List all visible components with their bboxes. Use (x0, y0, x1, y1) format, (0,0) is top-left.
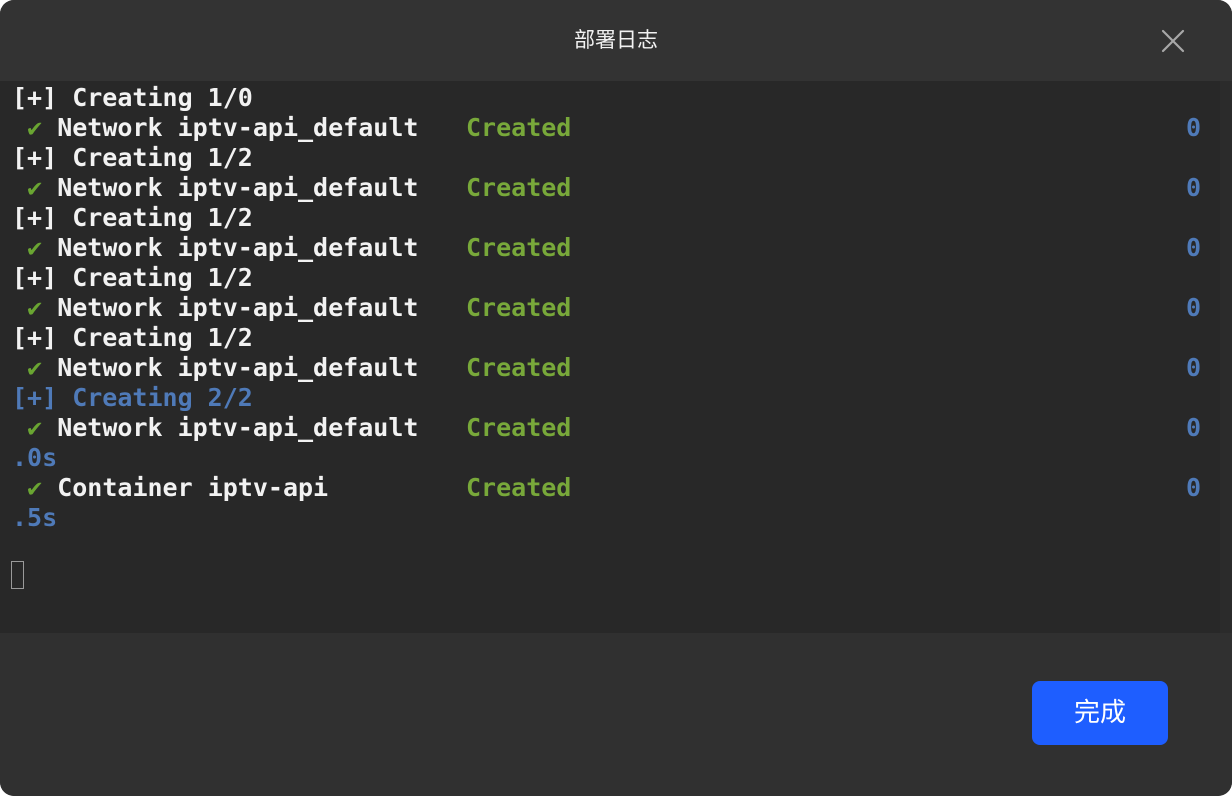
log-time: 0 (1186, 473, 1202, 502)
status-created: Created (466, 473, 572, 502)
log-time: 0 (1186, 233, 1202, 262)
dialog-title: 部署日志 (574, 28, 658, 52)
status-created: Created (466, 233, 572, 262)
close-icon (1161, 29, 1185, 53)
check-icon: ✔ (27, 353, 43, 382)
log-time-wrap: .0s (12, 443, 58, 472)
status-created: Created (466, 413, 572, 442)
log-line: [+] Creating 1/2 (12, 203, 253, 232)
log-resource: Network iptv-api_default (57, 353, 419, 382)
log-line: ✔ Network iptv-api_default (12, 413, 418, 443)
done-button[interactable]: 完成 (1032, 681, 1168, 745)
close-button[interactable] (1156, 24, 1190, 58)
log-resource: Network iptv-api_default (57, 173, 419, 202)
scrollbar-track[interactable] (1220, 81, 1232, 633)
log-line: [+] Creating 1/2 (12, 143, 253, 172)
log-terminal[interactable]: [+] Creating 1/0 ✔ Network iptv-api_defa… (0, 81, 1220, 633)
log-line: ✔ Container iptv-api (12, 473, 328, 503)
check-icon: ✔ (27, 413, 43, 442)
log-time: 0 (1186, 113, 1202, 142)
log-resource: Network iptv-api_default (57, 113, 419, 142)
log-resource: Container iptv-api (57, 473, 329, 502)
log-line: [+] Creating 1/0 (12, 83, 253, 112)
log-time: 0 (1186, 173, 1202, 202)
status-created: Created (466, 353, 572, 382)
check-icon: ✔ (27, 173, 43, 202)
check-icon: ✔ (27, 473, 43, 502)
log-time: 0 (1186, 353, 1202, 382)
log-resource: Network iptv-api_default (57, 413, 419, 442)
log-time: 0 (1186, 413, 1202, 442)
log-time-wrap: .5s (12, 503, 58, 532)
dialog-header: 部署日志 (0, 0, 1232, 81)
log-resource: Network iptv-api_default (57, 233, 419, 262)
check-icon: ✔ (27, 293, 43, 322)
log-line: [+] Creating 1/2 (12, 263, 253, 292)
log-line: [+] Creating 2/2 (12, 383, 253, 412)
log-line: ✔ Network iptv-api_default (12, 173, 418, 203)
log-line: [+] Creating 1/2 (12, 323, 253, 352)
log-line: ✔ Network iptv-api_default (12, 353, 418, 383)
log-time: 0 (1186, 293, 1202, 322)
log-resource: Network iptv-api_default (57, 293, 419, 322)
check-icon: ✔ (27, 233, 43, 262)
status-created: Created (466, 173, 572, 202)
log-line: ✔ Network iptv-api_default (12, 293, 418, 323)
status-created: Created (466, 113, 572, 142)
check-icon: ✔ (27, 113, 43, 142)
terminal-cursor (11, 561, 24, 589)
deploy-log-dialog: 部署日志 [+] Creating 1/0 ✔ Network iptv-api… (0, 0, 1232, 796)
status-created: Created (466, 293, 572, 322)
log-line: ✔ Network iptv-api_default (12, 113, 418, 143)
log-line: ✔ Network iptv-api_default (12, 233, 418, 263)
